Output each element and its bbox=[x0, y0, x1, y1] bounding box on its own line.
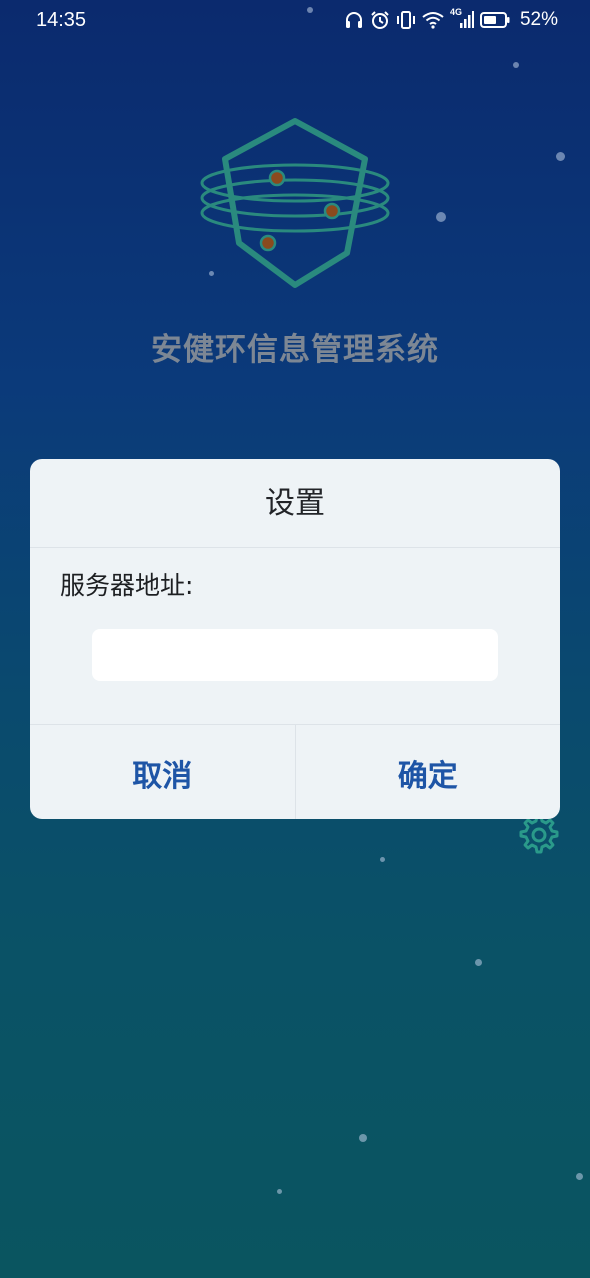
signal-icon: 4G bbox=[450, 7, 474, 29]
background-star bbox=[359, 1134, 367, 1142]
alarm-icon bbox=[370, 10, 390, 30]
background-star bbox=[556, 152, 565, 161]
login-screen: 14:35 4G 52% 安健环信息管理系统 设置 服务器地址: 取消 确定 bbox=[0, 0, 590, 1278]
settings-dialog: 设置 服务器地址: 取消 确定 bbox=[30, 459, 560, 819]
cancel-button[interactable]: 取消 bbox=[30, 725, 296, 819]
background-star bbox=[380, 857, 385, 862]
status-bar: 14:35 4G 52% bbox=[0, 0, 590, 44]
background-star bbox=[277, 1189, 282, 1194]
confirm-button[interactable]: 确定 bbox=[296, 725, 561, 819]
battery-percent: 52% bbox=[519, 9, 558, 30]
vibrate-icon bbox=[396, 10, 416, 30]
app-title: 安健环信息管理系统 bbox=[151, 332, 439, 368]
headphones-icon bbox=[344, 11, 364, 29]
network-type-label: 4G bbox=[449, 7, 462, 17]
dialog-button-bar: 取消 确定 bbox=[30, 724, 560, 819]
background-star bbox=[436, 212, 446, 222]
background-star bbox=[576, 1173, 583, 1180]
wifi-icon bbox=[422, 11, 444, 29]
server-address-label: 服务器地址: bbox=[60, 571, 194, 600]
server-address-input[interactable] bbox=[92, 629, 498, 681]
background-star bbox=[513, 62, 519, 68]
dialog-title: 设置 bbox=[30, 459, 560, 548]
status-icons: 4G 52% bbox=[344, 7, 558, 31]
hexagon-orbit-logo-icon bbox=[195, 115, 395, 295]
background-star bbox=[475, 959, 482, 966]
status-time: 14:35 bbox=[36, 9, 87, 31]
battery-icon bbox=[479, 12, 510, 28]
